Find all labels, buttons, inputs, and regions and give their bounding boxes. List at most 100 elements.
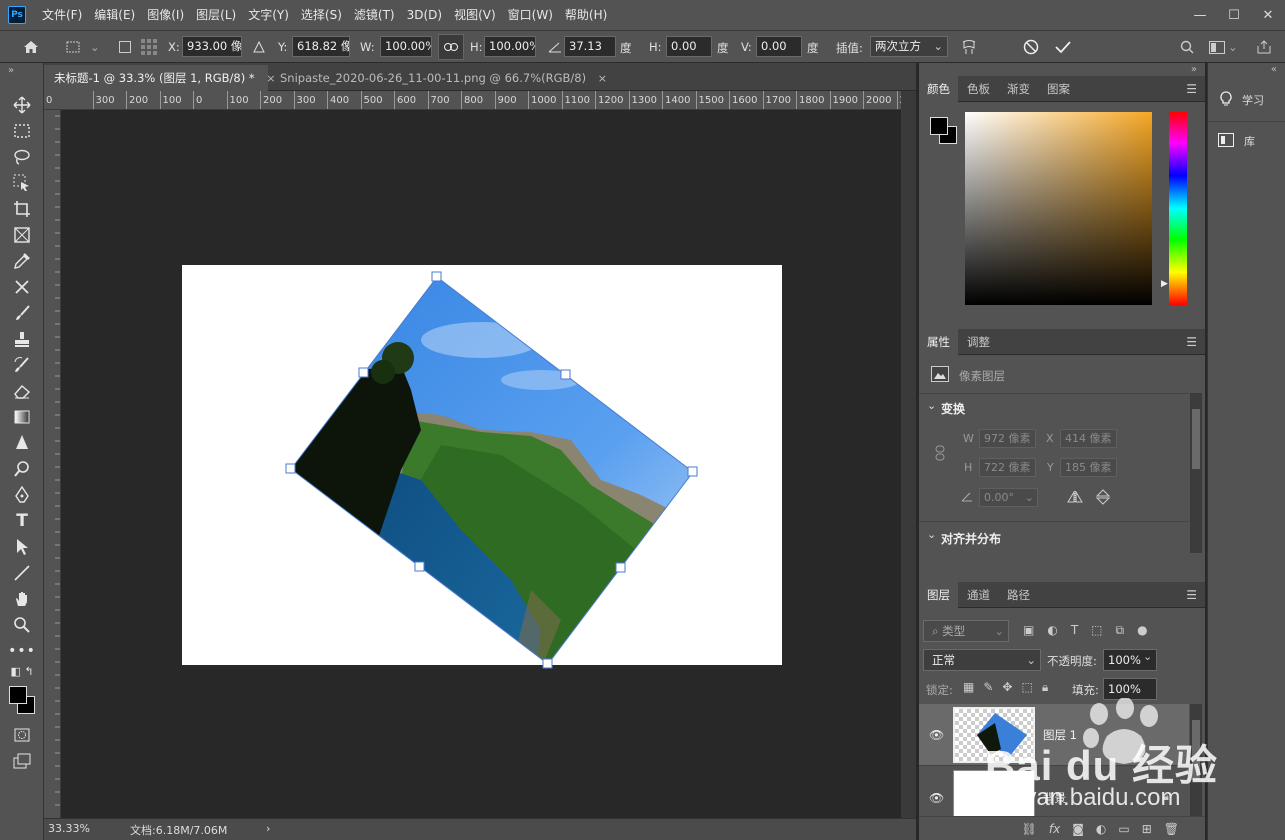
cancel-transform-icon[interactable] — [1020, 36, 1042, 58]
delete-layer-icon[interactable]: 🗑︎ — [1164, 822, 1179, 836]
layer-row-layer-1[interactable]: 👁︎ 图层 1 — [919, 704, 1189, 766]
collapse-toolbar-icon[interactable]: » — [8, 65, 14, 76]
x-position-field[interactable]: 933.00 像素 — [182, 36, 242, 57]
gradient-tool-icon[interactable] — [8, 405, 36, 429]
tab-gradients[interactable]: 渐变 — [999, 76, 1038, 102]
new-group-icon[interactable]: ▭ — [1118, 822, 1129, 836]
warp-mode-icon[interactable] — [958, 36, 980, 58]
properties-scrollbar[interactable] — [1190, 393, 1202, 553]
lock-all-icon[interactable]: 🔒︎ — [1042, 680, 1048, 695]
minimize-button[interactable]: — — [1183, 0, 1217, 30]
menu-edit[interactable]: 编辑(E) — [88, 0, 141, 30]
chevron-down-icon[interactable]: ⌄ — [1143, 650, 1157, 670]
link-layers-icon[interactable]: ⛓︎ — [1022, 822, 1037, 836]
eraser-tool-icon[interactable] — [8, 379, 36, 403]
close-icon[interactable]: × — [598, 72, 607, 85]
reference-point-grid-icon[interactable] — [138, 36, 160, 58]
fill-field[interactable]: 100% — [1103, 678, 1157, 700]
search-icon[interactable] — [1176, 36, 1198, 58]
maximize-button[interactable]: ☐ — [1217, 0, 1251, 30]
zoom-level[interactable]: 33.33% — [48, 822, 90, 835]
blur-tool-icon[interactable] — [8, 431, 36, 455]
panel-menu-icon[interactable]: ☰ — [1186, 588, 1197, 602]
workspace-chevron-icon[interactable]: ⌄ — [1228, 40, 1238, 54]
prop-y-field[interactable]: 185 像素 — [1060, 458, 1117, 477]
add-mask-icon[interactable]: ◙ — [1072, 822, 1084, 836]
menu-layer[interactable]: 图层(L) — [190, 0, 242, 30]
library-button[interactable]: 库 — [1214, 126, 1280, 156]
prop-width-field[interactable]: 972 像素 — [979, 429, 1036, 448]
path-selection-tool-icon[interactable] — [8, 535, 36, 559]
flip-vertical-icon[interactable] — [1095, 489, 1111, 508]
swap-colors-icon[interactable]: ◧ ↰ — [6, 663, 38, 679]
foreground-color-swatch[interactable] — [9, 686, 27, 704]
link-aspect-icon[interactable] — [438, 34, 464, 60]
share-icon[interactable] — [1253, 36, 1275, 58]
lock-artboard-icon[interactable]: ⬚ — [1021, 680, 1032, 695]
tab-swatches[interactable]: 色板 — [959, 76, 998, 102]
color-panel-swatches[interactable] — [929, 116, 959, 146]
fg-bg-color-swatches[interactable] — [8, 684, 36, 716]
lock-pixels-icon[interactable]: ✎ — [983, 680, 993, 695]
tab-adjustments[interactable]: 调整 — [959, 329, 998, 355]
link-icon[interactable] — [935, 445, 945, 464]
layer-filter-select[interactable]: ⌕ 类型 ⌄ — [923, 620, 1009, 642]
transform-tool-icon[interactable] — [62, 36, 84, 58]
eyedropper-tool-icon[interactable] — [8, 249, 36, 273]
layer-style-icon[interactable]: fx — [1049, 822, 1060, 836]
eye-icon[interactable]: 👁︎ — [929, 791, 944, 805]
layer-row-background[interactable]: 👁︎ 背景 🔒︎ — [919, 767, 1189, 819]
prop-x-field[interactable]: 414 像素 — [1060, 429, 1117, 448]
line-tool-icon[interactable] — [8, 561, 36, 585]
menu-help[interactable]: 帮助(H) — [559, 0, 613, 30]
tab-snipaste[interactable]: Snipaste_2020-06-26_11-00-11.png @ 66.7%… — [270, 65, 617, 91]
background-layer-name[interactable]: 背景 — [1043, 790, 1066, 806]
color-picker-field[interactable] — [965, 112, 1152, 305]
width-percent-field[interactable]: 100.00% — [380, 36, 432, 57]
new-layer-icon[interactable]: ⊞ — [1142, 822, 1152, 836]
marquee-tool-icon[interactable] — [8, 119, 36, 143]
hue-slider-marker[interactable]: ▶ — [1161, 279, 1168, 289]
chevron-down-icon[interactable]: ⌄ — [927, 399, 936, 412]
tab-untitled-1[interactable]: 未标题-1 @ 33.3% (图层 1, RGB/8) * × — [44, 65, 275, 91]
screen-mode-icon[interactable] — [8, 749, 36, 773]
document-canvas[interactable] — [61, 110, 901, 818]
flip-horizontal-icon[interactable] — [1067, 490, 1083, 506]
transformed-layer[interactable] — [61, 110, 901, 818]
filter-smart-object-icon[interactable]: ⧉ — [1116, 623, 1125, 638]
panel-menu-icon[interactable]: ☰ — [1186, 82, 1197, 96]
filter-toggle-icon[interactable]: ● — [1137, 623, 1147, 638]
menu-file[interactable]: 文件(F) — [36, 0, 88, 30]
quick-mask-icon[interactable] — [8, 723, 36, 747]
prop-height-field[interactable]: 722 像素 — [979, 458, 1036, 477]
home-icon[interactable] — [20, 36, 42, 58]
canvas-scrollbar[interactable] — [901, 91, 916, 818]
layer-1-name[interactable]: 图层 1 — [1043, 727, 1077, 743]
prop-angle-field[interactable]: 0.00° ⌄ — [979, 488, 1038, 507]
chevron-down-icon[interactable]: ⌄ — [927, 528, 936, 541]
tab-properties[interactable]: 属性 — [919, 329, 958, 355]
more-tools-icon[interactable]: ••• — [8, 639, 36, 663]
lock-transparency-icon[interactable]: ▦ — [963, 680, 974, 695]
tab-patterns[interactable]: 图案 — [1039, 76, 1078, 102]
tab-paths[interactable]: 路径 — [999, 582, 1038, 608]
align-section-title[interactable]: 对齐并分布 — [941, 530, 1001, 547]
relative-position-icon[interactable] — [248, 36, 270, 58]
menu-view[interactable]: 视图(V) — [448, 0, 502, 30]
hand-tool-icon[interactable] — [8, 587, 36, 611]
tab-layers[interactable]: 图层 — [919, 582, 958, 608]
transform-section-title[interactable]: 变换 — [941, 400, 965, 417]
move-tool-icon[interactable] — [8, 93, 36, 117]
rotate-angle-field[interactable]: 37.13 — [564, 36, 616, 57]
frame-tool-icon[interactable] — [8, 223, 36, 247]
filter-type-icon[interactable]: T — [1071, 623, 1078, 638]
commit-transform-icon[interactable] — [1052, 36, 1074, 58]
skew-v-field[interactable]: 0.00 — [756, 36, 802, 57]
dropdown-chevron-icon[interactable]: ⌄ — [90, 40, 100, 54]
layers-scrollbar[interactable] — [1190, 704, 1202, 819]
healing-brush-tool-icon[interactable] — [8, 275, 36, 299]
menu-filter[interactable]: 滤镜(T) — [348, 0, 401, 30]
eye-icon[interactable]: 👁︎ — [929, 728, 944, 742]
type-tool-icon[interactable]: T — [8, 509, 36, 533]
skew-h-field[interactable]: 0.00 — [666, 36, 712, 57]
